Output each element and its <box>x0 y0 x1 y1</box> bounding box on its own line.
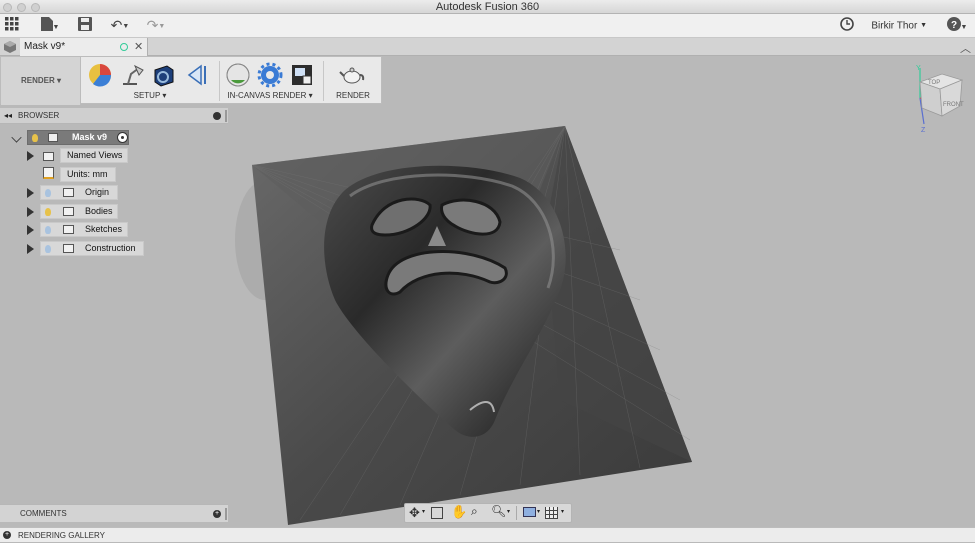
viewcube-front-label[interactable]: FRONT <box>943 102 964 108</box>
viewport-canvas[interactable] <box>0 56 975 527</box>
zoom-caret-icon[interactable]: ▾ <box>507 508 510 515</box>
panel-grip-icon[interactable] <box>225 110 227 122</box>
svg-text:Y: Y <box>916 65 921 72</box>
ribbon-separator <box>323 61 324 101</box>
pan-hand-icon[interactable]: ✋ <box>451 504 467 520</box>
browser-item-sketches[interactable]: Sketches <box>40 222 128 237</box>
scene-settings-lamp-icon[interactable] <box>119 62 147 88</box>
save-icon[interactable] <box>76 17 94 34</box>
sketches-label: Sketches <box>85 224 123 234</box>
viewcube[interactable]: Y Z TOP FRONT <box>912 64 970 134</box>
workspace-switcher[interactable]: RENDER ▾ <box>1 57 81 105</box>
comments-label: COMMENTS <box>20 509 67 518</box>
browser-item-named-views[interactable]: Named Views <box>60 148 128 163</box>
orbit-caret-icon[interactable]: ▾ <box>422 508 425 515</box>
folder-icon <box>63 188 74 197</box>
browser-panel-header: ◂◂ BROWSER <box>0 108 228 124</box>
setup-group-label: SETUP <box>133 91 161 100</box>
file-menu-icon[interactable]: ▼ <box>38 17 62 34</box>
render-teapot-icon[interactable] <box>339 62 367 88</box>
display-settings-icon[interactable] <box>523 507 536 517</box>
fit-zoom-icon[interactable]: 🔍︎ <box>491 504 506 518</box>
collapse-ribbon-chevron-icon[interactable]: ︿ <box>960 40 971 56</box>
document-tab-label: Mask v9* <box>24 41 66 52</box>
in-canvas-render-icon[interactable] <box>225 62 253 88</box>
navigation-bar: ✥ ▾ ✋ ⌕ 🔍︎ ▾ ▾ ▾ <box>404 503 572 523</box>
document-tab-bar: Mask v9* ✕ ︿ <box>0 38 975 56</box>
origin-label: Origin <box>85 187 110 197</box>
browser-root-node[interactable]: Mask v9 <box>27 130 129 145</box>
browser-item-units[interactable]: Units: mm <box>60 167 116 182</box>
visibility-lightbulb-icon[interactable] <box>32 134 38 142</box>
visibility-lightbulb-icon[interactable] <box>45 245 51 253</box>
texture-map-controls-icon[interactable] <box>151 62 179 88</box>
grid-caret-icon[interactable]: ▾ <box>561 508 564 515</box>
render-group-label[interactable]: RENDER <box>325 91 381 100</box>
visibility-lightbulb-icon[interactable] <box>45 189 51 197</box>
app-toolbar: ▼ ↶▼ ↷▼ Birkir Thor ▼ ? ▼ <box>0 14 975 38</box>
root-component-label: Mask v9 <box>72 132 108 142</box>
in-canvas-render-group-label: IN-CANVAS RENDER <box>227 91 307 100</box>
document-tab[interactable]: Mask v9* ✕ <box>20 38 148 56</box>
navbar-separator <box>516 506 517 520</box>
zoom-icon[interactable]: ⌕ <box>471 504 478 519</box>
window-title: Autodesk Fusion 360 <box>435 1 540 13</box>
folder-icon <box>63 244 74 253</box>
help-icon[interactable]: ? ▼ <box>944 17 970 34</box>
toolbar-ribbon: RENDER ▾ SETUP ▾ IN-CANVAS RENDER ▾ REND… <box>0 56 382 105</box>
comments-panel-header[interactable]: COMMENTS + <box>0 504 228 522</box>
construction-label: Construction <box>85 243 136 253</box>
undo-icon[interactable]: ↶▼ <box>106 17 134 34</box>
expand-arrow-icon[interactable] <box>27 225 34 235</box>
browser-title: BROWSER <box>18 111 60 120</box>
redo-icon[interactable]: ↷▼ <box>142 17 170 34</box>
component-icon <box>48 133 58 142</box>
folder-icon <box>43 152 54 161</box>
sync-status-icon <box>120 43 128 51</box>
workspace-label: RENDER <box>20 76 55 85</box>
capture-image-icon[interactable] <box>289 62 317 88</box>
rendering-gallery-bar[interactable]: + RENDERING GALLERY <box>0 527 975 542</box>
title-bar: Autodesk Fusion 360 <box>0 0 975 14</box>
activate-radio-icon[interactable] <box>117 132 128 143</box>
rendering-gallery-label: RENDERING GALLERY <box>18 531 105 540</box>
in-canvas-render-group-menu[interactable]: IN-CANVAS RENDER ▾ <box>219 91 321 100</box>
browser-item-origin[interactable]: Origin <box>40 185 118 200</box>
close-tab-icon[interactable]: ✕ <box>134 38 143 56</box>
folder-icon <box>63 225 74 234</box>
expand-gallery-icon[interactable]: + <box>3 531 11 539</box>
data-panel-grid-icon[interactable] <box>4 17 20 34</box>
browser-minimize-icon[interactable] <box>213 112 221 120</box>
expand-arrow-icon[interactable] <box>27 151 34 161</box>
expand-arrow-icon[interactable] <box>27 244 34 254</box>
render-settings-gear-icon[interactable] <box>257 62 285 88</box>
expand-arrow-icon[interactable] <box>27 188 34 198</box>
panel-grip-icon[interactable] <box>225 508 227 520</box>
display-caret-icon[interactable]: ▾ <box>537 508 540 515</box>
viewcube-top-label[interactable]: TOP <box>928 80 940 86</box>
user-name: Birkir Thor <box>871 20 918 32</box>
svg-text:Z: Z <box>921 127 926 134</box>
collapse-browser-icon[interactable]: ◂◂ <box>4 108 12 124</box>
grid-settings-icon[interactable] <box>545 507 558 519</box>
design-cube-icon <box>4 41 16 53</box>
look-at-icon[interactable] <box>431 507 443 519</box>
folder-icon <box>63 207 74 216</box>
setup-group-menu[interactable]: SETUP ▾ <box>83 91 217 100</box>
document-settings-icon <box>43 167 54 179</box>
bodies-label: Bodies <box>85 206 113 216</box>
orbit-icon[interactable]: ✥ <box>409 505 420 521</box>
decal-icon[interactable] <box>185 62 213 88</box>
browser-item-bodies[interactable]: Bodies <box>40 204 118 219</box>
expand-arrow-icon[interactable] <box>27 207 34 217</box>
svg-text:?: ? <box>950 20 956 31</box>
user-menu[interactable]: Birkir Thor ▼ <box>871 14 927 39</box>
visibility-lightbulb-icon[interactable] <box>45 226 51 234</box>
job-status-clock-icon[interactable] <box>838 17 856 34</box>
add-comment-icon[interactable]: + <box>213 510 221 518</box>
browser-item-construction[interactable]: Construction <box>40 241 144 256</box>
visibility-lightbulb-icon[interactable] <box>45 208 51 216</box>
appearance-icon[interactable] <box>87 62 115 88</box>
